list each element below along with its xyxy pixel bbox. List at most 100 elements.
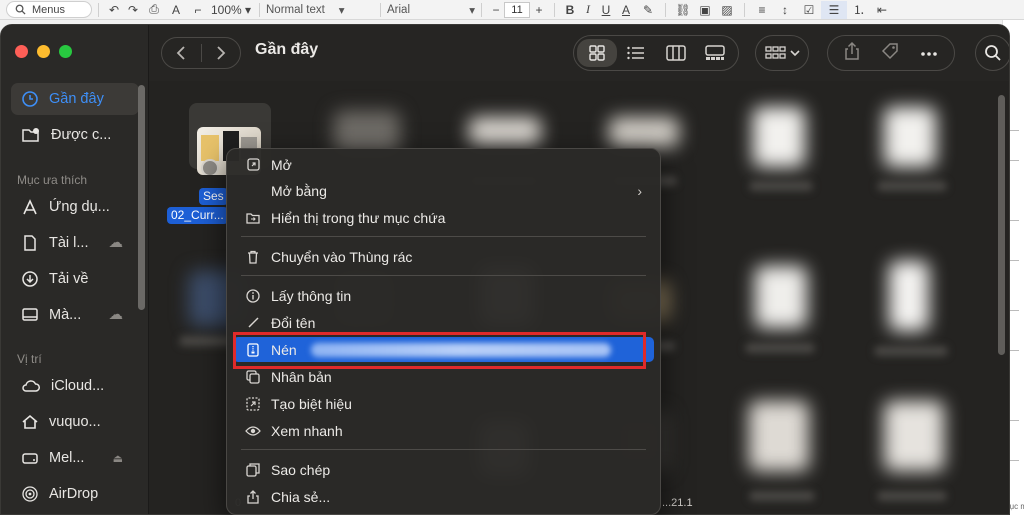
paint-format-icon[interactable]: ⌐ bbox=[187, 1, 209, 19]
line-spacing-icon[interactable]: ↕ bbox=[773, 1, 797, 19]
sidebar-item-icloud[interactable]: iCloud... bbox=[11, 370, 139, 402]
font-select[interactable]: Arial ▾ bbox=[387, 3, 475, 17]
zoom-select[interactable]: 100% ▾ bbox=[209, 1, 253, 19]
search-icon bbox=[15, 4, 26, 15]
blurred-file[interactable] bbox=[884, 401, 944, 471]
menu-item-open[interactable]: Mở bbox=[233, 152, 654, 177]
numbered-list-icon[interactable]: ⒈ bbox=[847, 1, 871, 19]
more-icon bbox=[921, 52, 937, 56]
font-size-input[interactable]: 11 bbox=[504, 1, 530, 18]
back-button[interactable] bbox=[162, 46, 201, 60]
undo-icon[interactable]: ↶ bbox=[105, 1, 123, 19]
sidebar-item-documents[interactable]: Tài l... ☁ bbox=[11, 227, 139, 259]
italic-icon[interactable]: I bbox=[579, 1, 597, 19]
indent-icon[interactable]: ⇤ bbox=[871, 1, 893, 19]
blurred-file[interactable] bbox=[749, 401, 809, 471]
menu-item-quick-look[interactable]: Xem nhanh bbox=[233, 418, 654, 443]
sidebar-item-label: Mel... bbox=[49, 450, 85, 466]
icon-view-button[interactable] bbox=[577, 39, 617, 67]
sidebar-item-drive[interactable]: Mel... ⏏ bbox=[11, 442, 139, 474]
sidebar-item-applications[interactable]: Ứng dụ... bbox=[11, 191, 139, 223]
bold-icon[interactable]: B bbox=[561, 1, 579, 19]
menu-item-make-alias[interactable]: Tạo biệt hiệu bbox=[233, 391, 654, 416]
share-button[interactable] bbox=[844, 41, 860, 66]
alias-icon bbox=[245, 396, 261, 412]
font-increase-icon[interactable]: + bbox=[530, 1, 548, 19]
blurred-file[interactable] bbox=[753, 107, 805, 167]
comment-icon[interactable]: ▣ bbox=[694, 1, 716, 19]
close-window-button[interactable] bbox=[15, 45, 28, 58]
icloud-icon bbox=[22, 380, 40, 392]
blurred-file[interactable] bbox=[334, 111, 400, 153]
blurred-file[interactable] bbox=[755, 266, 807, 328]
airdrop-icon bbox=[22, 486, 38, 502]
selected-file-name-line2[interactable]: 02_Curr... bbox=[167, 207, 228, 224]
blurred-file[interactable] bbox=[884, 107, 936, 167]
highlight-annotation-box bbox=[233, 332, 646, 369]
menus-search[interactable]: Menus bbox=[6, 1, 92, 18]
chevron-right-icon: › bbox=[637, 182, 642, 199]
list-view-button[interactable] bbox=[617, 39, 657, 67]
sidebar-item-downloads[interactable]: Tải về bbox=[11, 263, 139, 295]
file-name-fragment: ...21.1 bbox=[662, 497, 693, 509]
zoom-window-button[interactable] bbox=[59, 45, 72, 58]
sidebar-item-recents[interactable]: Gần đây bbox=[11, 83, 139, 115]
checklist-icon[interactable]: ☑ bbox=[797, 1, 821, 19]
link-icon[interactable]: ⛓ bbox=[672, 1, 694, 19]
sidebar-item-airdrop[interactable]: AirDrop bbox=[11, 478, 139, 510]
text-color-icon[interactable]: A bbox=[615, 1, 637, 19]
forward-button[interactable] bbox=[202, 46, 241, 60]
menu-item-share[interactable]: Chia sẻ... bbox=[233, 484, 654, 509]
content-scrollbar[interactable] bbox=[998, 95, 1005, 355]
style-select[interactable]: Normal text ▾ bbox=[266, 3, 374, 17]
blurred-file[interactable] bbox=[889, 261, 929, 331]
column-view-button[interactable] bbox=[656, 39, 696, 67]
menu-item-open-with[interactable]: Mở bằng › bbox=[233, 178, 654, 203]
gallery-view-button[interactable] bbox=[696, 39, 736, 67]
sidebar-item-shared[interactable]: Được c... bbox=[11, 119, 139, 151]
search-button[interactable] bbox=[975, 35, 1009, 71]
home-icon bbox=[22, 414, 38, 429]
sidebar-item-label: iCloud... bbox=[51, 378, 105, 394]
shared-folder-icon bbox=[22, 128, 39, 142]
underline-icon[interactable]: U bbox=[597, 1, 615, 19]
chevron-left-icon bbox=[176, 46, 185, 60]
finder-toolbar: Gần đây bbox=[149, 25, 1009, 81]
minimize-window-button[interactable] bbox=[37, 45, 50, 58]
menu-item-get-info[interactable]: Lấy thông tin bbox=[233, 283, 654, 308]
spellcheck-icon[interactable]: A bbox=[165, 1, 187, 19]
print-icon[interactable]: ⎙ bbox=[143, 1, 165, 19]
menu-item-label: Sao chép bbox=[271, 461, 331, 478]
menu-item-label: Mở bằng bbox=[271, 182, 327, 199]
menu-item-label: Xem nhanh bbox=[271, 422, 343, 439]
blurred-file[interactable] bbox=[469, 117, 541, 145]
eject-icon[interactable]: ⏏ bbox=[113, 452, 123, 465]
menu-item-move-to-trash[interactable]: Chuyển vào Thùng rác bbox=[233, 244, 654, 269]
sidebar-scrollbar[interactable] bbox=[138, 85, 145, 310]
trash-icon bbox=[245, 249, 261, 265]
sidebar-item-label: Được c... bbox=[51, 127, 112, 143]
sidebar-item-home[interactable]: vuquo... bbox=[11, 406, 139, 438]
blurred-file[interactable] bbox=[609, 117, 679, 147]
selected-file-name[interactable]: Ses bbox=[199, 188, 228, 205]
menu-item-label: Tạo biệt hiệu bbox=[271, 395, 352, 412]
more-button[interactable] bbox=[920, 44, 938, 62]
menu-item-copy[interactable]: Sao chép bbox=[233, 457, 654, 482]
icloud-status-icon: ☁ bbox=[108, 235, 124, 251]
search-icon bbox=[985, 45, 1001, 61]
chevron-right-icon bbox=[217, 46, 226, 60]
image-icon[interactable]: ▨ bbox=[716, 1, 738, 19]
share-icon bbox=[245, 489, 261, 505]
font-decrease-icon[interactable]: − bbox=[488, 1, 504, 19]
group-by-button[interactable] bbox=[755, 35, 809, 71]
bullet-list-icon[interactable]: ☰ bbox=[821, 0, 847, 19]
redo-icon[interactable]: ↷ bbox=[123, 1, 143, 19]
tag-button[interactable] bbox=[880, 41, 900, 66]
align-icon[interactable]: ≡ bbox=[751, 1, 773, 19]
folder-icon bbox=[245, 210, 261, 226]
view-switcher bbox=[573, 35, 739, 71]
menu-item-show-in-folder[interactable]: Hiển thị trong thư mục chứa bbox=[233, 205, 654, 230]
sidebar-item-desktop[interactable]: Mà... ☁ bbox=[11, 299, 139, 331]
highlight-icon[interactable]: ✎ bbox=[637, 1, 659, 19]
sidebar: Gần đây Được c... Mục ưa thích Ứng dụ...… bbox=[1, 25, 149, 514]
